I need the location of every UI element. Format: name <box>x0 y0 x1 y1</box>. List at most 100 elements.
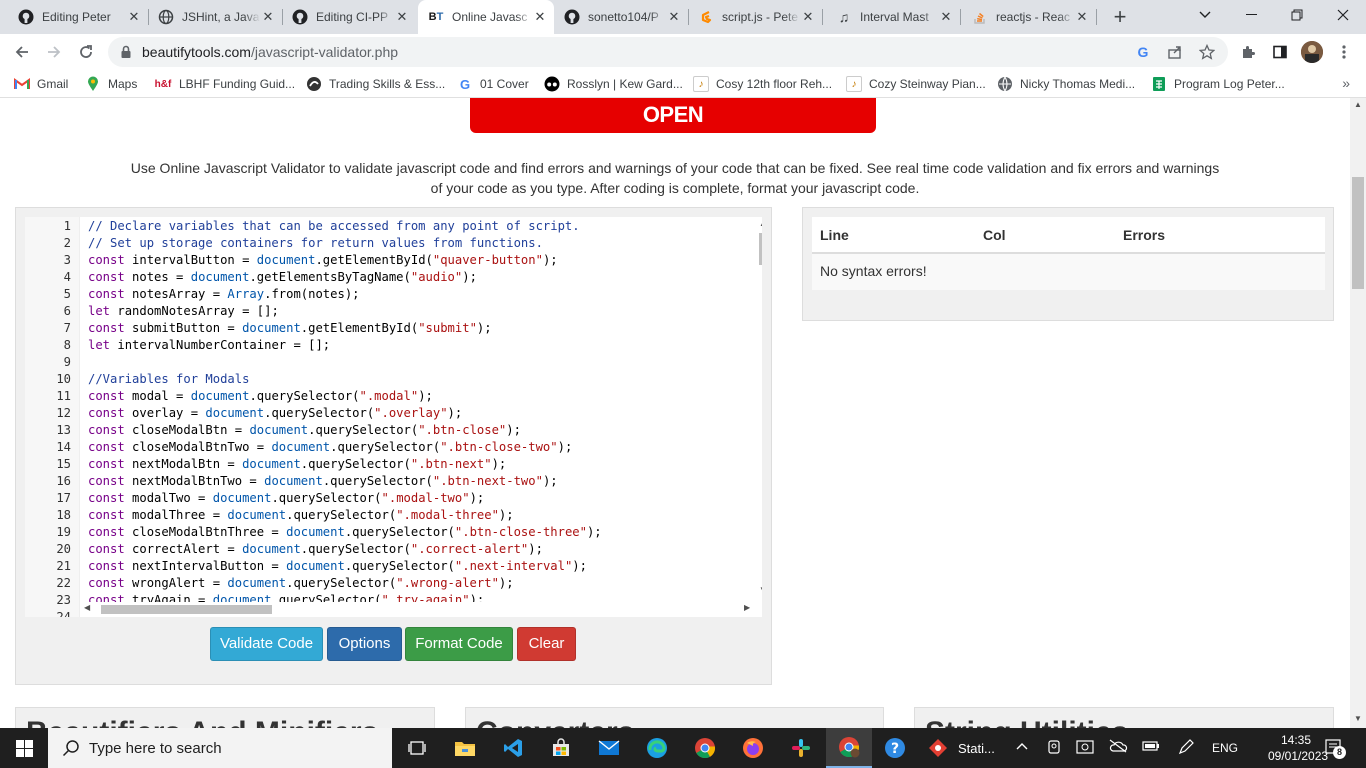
code-line[interactable]: 2 // Set up storage containers for return… <box>25 235 602 252</box>
code-line[interactable]: 16 const nextModalBtnTwo = document.query… <box>25 473 602 490</box>
close-icon[interactable]: ✕ <box>666 9 682 25</box>
close-icon[interactable]: ✕ <box>532 9 548 25</box>
code-line[interactable]: 3 const intervalButton = document.getElem… <box>25 252 602 269</box>
clear-button[interactable]: Clear <box>517 627 576 661</box>
validate-code-button[interactable]: Validate Code <box>210 627 323 661</box>
code-line[interactable]: 10 //Variables for Modals <box>25 371 602 388</box>
extensions-icon[interactable] <box>1238 42 1258 62</box>
bookmark-gmail[interactable]: Gmail <box>14 75 68 93</box>
mail-icon[interactable] <box>586 728 632 768</box>
code-line[interactable]: 5 const notesArray = Array.from(notes); <box>25 286 602 303</box>
firefox-icon[interactable] <box>730 728 776 768</box>
editor-horizontal-scrollbar[interactable]: ◀ ▶ <box>80 602 756 617</box>
system-clock[interactable]: 14:35 09/01/2023 <box>1268 732 1328 764</box>
code-line[interactable]: 22 const wrongAlert = document.querySelec… <box>25 575 602 592</box>
address-bar[interactable]: beautifytools.com/javascript-validator.p… <box>108 37 1228 67</box>
code-editor[interactable]: 1 // Declare variables that can be access… <box>25 217 762 617</box>
code-line[interactable]: 13 const closeModalBtn = document.querySe… <box>25 422 602 439</box>
code-line[interactable]: 20 const correctAlert = document.querySel… <box>25 541 602 558</box>
new-tab-button[interactable]: + <box>1108 5 1132 29</box>
pen-icon[interactable] <box>1178 739 1194 758</box>
code-line[interactable]: 15 const nextModalBtn = document.querySel… <box>25 456 602 473</box>
task-view-icon[interactable] <box>394 728 440 768</box>
bookmark-program-log[interactable]: Program Log Peter... <box>1151 75 1285 93</box>
tools-card[interactable]: Converters <box>465 707 884 728</box>
bookmark-nicky[interactable]: Nicky Thomas Medi... <box>997 75 1135 93</box>
store-icon[interactable] <box>538 728 584 768</box>
close-icon[interactable]: ✕ <box>800 9 816 25</box>
onedrive-icon[interactable] <box>1108 739 1128 756</box>
close-window-icon[interactable] <box>1320 0 1366 30</box>
bookmark-maps[interactable]: Maps <box>85 75 137 93</box>
bookmarks-overflow-button[interactable]: » <box>1342 75 1350 91</box>
share-icon[interactable] <box>1166 43 1184 61</box>
code-line[interactable]: 9 <box>25 354 602 371</box>
code-line[interactable]: 14 const closeModalBtnTwo = document.quer… <box>25 439 602 456</box>
scroll-up-arrow-icon[interactable]: ▲ <box>759 219 762 228</box>
scrollbar-thumb[interactable] <box>1352 177 1364 289</box>
tools-card[interactable]: String Utilities <box>914 707 1334 728</box>
code-line[interactable]: 8 let intervalNumberContainer = []; <box>25 337 602 354</box>
chrome-profile-icon[interactable] <box>826 728 872 768</box>
bookmark-cosy[interactable]: ♪ Cosy 12th floor Reh... <box>693 75 832 93</box>
options-button[interactable]: Options <box>327 627 402 661</box>
slack-icon[interactable] <box>778 728 824 768</box>
bookmark-cover[interactable]: G 01 Cover <box>457 75 529 93</box>
taskbar-search-box[interactable]: Type here to search <box>48 728 392 768</box>
code-line[interactable]: 19 const closeModalBtnThree = document.qu… <box>25 524 601 541</box>
browser-tab[interactable]: Editing CI-PP ✕ <box>282 0 416 34</box>
windows-start-icon[interactable] <box>0 728 48 768</box>
scrollbar-thumb[interactable] <box>759 233 762 265</box>
tab-search-icon[interactable] <box>1182 0 1228 30</box>
side-panel-icon[interactable] <box>1270 42 1290 62</box>
scroll-right-arrow-icon[interactable]: ▶ <box>744 603 750 612</box>
close-icon[interactable]: ✕ <box>260 9 276 25</box>
language-indicator[interactable]: ENG <box>1212 741 1238 755</box>
code-line[interactable]: 1 // Declare variables that can be access… <box>25 218 602 235</box>
code-line[interactable]: 4 const notes = document.getElementsByTag… <box>25 269 602 286</box>
show-hidden-icons-icon[interactable] <box>1016 739 1028 753</box>
forward-icon[interactable] <box>40 38 68 66</box>
restore-icon[interactable] <box>1274 0 1320 30</box>
browser-tab[interactable]: Editing Peter ✕ <box>8 0 148 34</box>
chrome-icon[interactable] <box>682 728 728 768</box>
code-line[interactable]: 21 const nextIntervalButton = document.qu… <box>25 558 602 575</box>
help-icon[interactable]: ? <box>872 728 918 768</box>
code-line[interactable]: 11 const modal = document.querySelector("… <box>25 388 602 405</box>
notifications-icon[interactable]: 8 <box>1324 738 1346 761</box>
browser-tab[interactable]: reactjs - Reac ✕ <box>962 0 1096 34</box>
code-line[interactable]: 6 let randomNotesArray = []; <box>25 303 602 320</box>
meet-now-icon[interactable] <box>1046 739 1062 758</box>
url-text[interactable]: beautifytools.com/javascript-validator.p… <box>142 44 398 60</box>
page-scrollbar[interactable]: ▲ ▼ <box>1350 98 1366 728</box>
close-icon[interactable]: ✕ <box>938 9 954 25</box>
minimize-icon[interactable] <box>1228 0 1274 30</box>
browser-tab[interactable]: JSHint, a Java ✕ <box>148 0 282 34</box>
scroll-down-arrow-icon[interactable]: ▼ <box>1354 714 1362 723</box>
tools-card[interactable]: Beautifiers And Minifiers <box>15 707 435 728</box>
google-translate-icon[interactable]: G <box>1134 43 1152 61</box>
gitkraken-icon[interactable]: Stati... <box>918 728 1000 768</box>
reload-icon[interactable] <box>72 38 100 66</box>
code-line[interactable]: 7 const submitButton = document.getElemen… <box>25 320 602 337</box>
bookmark-star-icon[interactable] <box>1198 43 1216 61</box>
close-icon[interactable]: ✕ <box>126 9 142 25</box>
code-line[interactable]: 17 const modalTwo = document.querySelecto… <box>25 490 602 507</box>
battery-icon[interactable] <box>1142 739 1160 756</box>
bookmark-lbhf[interactable]: h&f LBHF Funding Guid... <box>154 75 295 93</box>
close-icon[interactable]: ✕ <box>394 9 410 25</box>
code-line[interactable]: 12 const overlay = document.querySelector… <box>25 405 602 422</box>
close-icon[interactable]: ✕ <box>1074 9 1090 25</box>
browser-tab-active[interactable]: BT Online Javasc ✕ <box>418 0 554 34</box>
screen-capture-icon[interactable] <box>1076 739 1094 758</box>
menu-kebab-icon[interactable] <box>1334 42 1354 62</box>
scroll-up-arrow-icon[interactable]: ▲ <box>1354 100 1362 109</box>
code-line[interactable]: 18 const modalThree = document.querySelec… <box>25 507 602 524</box>
browser-tab[interactable]: ♫ Interval Mast ✕ <box>826 0 960 34</box>
lock-icon[interactable] <box>118 44 134 60</box>
edge-icon[interactable] <box>634 728 680 768</box>
open-banner-button[interactable]: OPEN <box>470 98 876 133</box>
file-explorer-icon[interactable] <box>442 728 488 768</box>
bookmark-rosslyn[interactable]: Rosslyn | Kew Gard... <box>544 75 683 93</box>
scroll-left-arrow-icon[interactable]: ◀ <box>84 603 90 612</box>
